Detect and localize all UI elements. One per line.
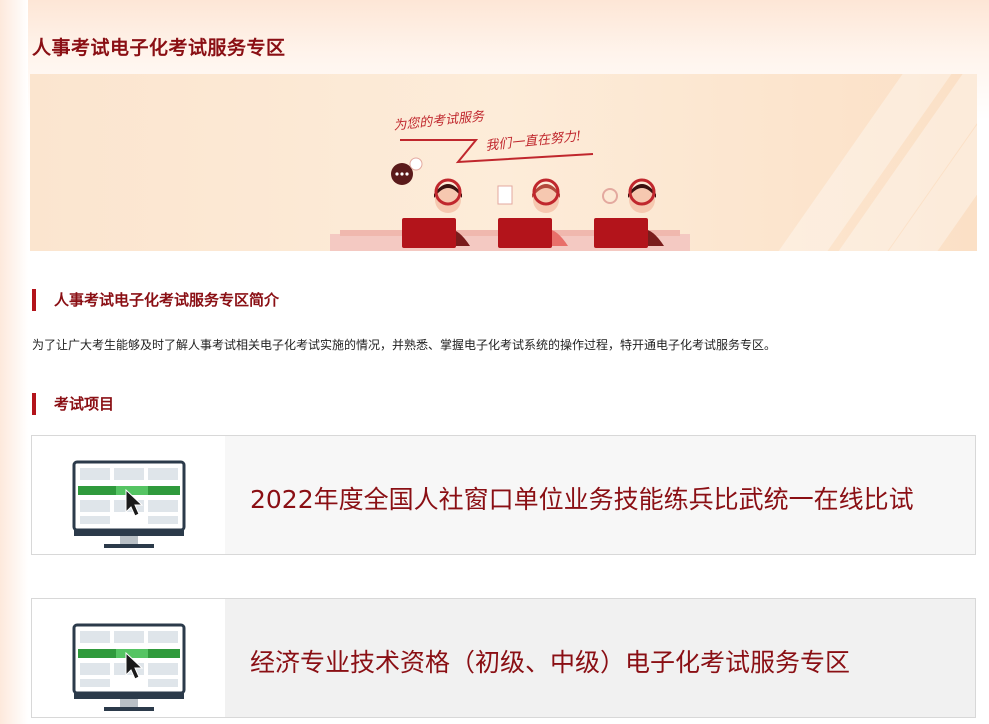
exam-item-icon-box: [32, 436, 225, 554]
lightbulb-icon: [602, 188, 618, 204]
exam-item-icon-box: [32, 599, 225, 717]
banner-slogan-line1: 为您的考试服务: [392, 109, 485, 134]
exam-item-title[interactable]: 2022年度全国人社窗口单位业务技能练兵比武统一在线比试: [250, 480, 914, 516]
speech-bubble-icon: [391, 157, 423, 185]
exams-heading: 考试项目: [32, 393, 114, 415]
exam-item-2[interactable]: 经济专业技术资格（初级、中级）电子化考试服务专区: [31, 598, 976, 718]
exam-item-title[interactable]: 经济专业技术资格（初级、中级）电子化考试服务专区: [250, 643, 850, 679]
intro-text: 为了让广大考生能够及时了解人事考试相关电子化考试实施的情况，并熟悉、掌握电子化考…: [32, 338, 777, 352]
service-banner: 为您的考试服务 我们一直在努力!: [30, 74, 977, 251]
computer-monitor-icon: [72, 623, 186, 711]
page-title: 人事考试电子化考试服务专区: [32, 37, 286, 59]
exam-item-1[interactable]: 2022年度全国人社窗口单位业务技能练兵比武统一在线比试: [31, 435, 976, 555]
computer-monitor-icon: [72, 460, 186, 548]
service-agent-1: [402, 178, 470, 248]
document-icon: [497, 185, 513, 205]
intro-heading: 人事考试电子化考试服务专区简介: [32, 289, 279, 311]
page-background-left: [0, 0, 28, 724]
customer-service-illustration: [330, 157, 690, 251]
